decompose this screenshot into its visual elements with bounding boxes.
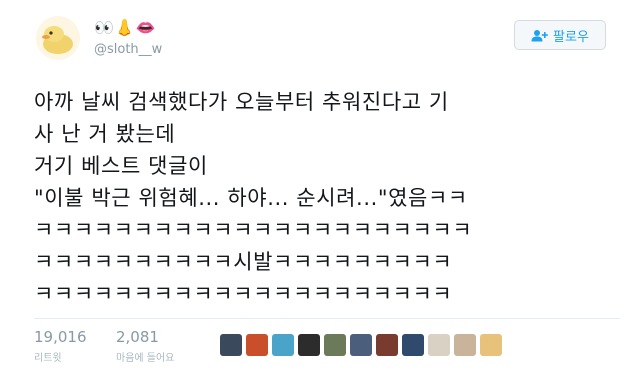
retweet-stat[interactable]: 19,016 리트윗: [34, 328, 87, 364]
liker-avatar[interactable]: [298, 334, 320, 356]
liker-avatar[interactable]: [376, 334, 398, 356]
follow-button[interactable]: 팔로우: [514, 20, 606, 50]
retweet-label: 리트윗: [34, 353, 62, 364]
liker-avatar[interactable]: [220, 334, 242, 356]
divider: [34, 318, 620, 319]
liker-avatar[interactable]: [402, 334, 424, 356]
retweet-count: 19,016: [34, 328, 87, 346]
display-name[interactable]: 👀👃👄: [94, 18, 157, 38]
liker-avatar[interactable]: [272, 334, 294, 356]
liker-avatar[interactable]: [454, 334, 476, 356]
avatar[interactable]: [36, 16, 80, 60]
liker-avatar[interactable]: [350, 334, 372, 356]
liker-avatars: [220, 334, 502, 356]
add-user-icon: [531, 29, 548, 41]
like-count: 2,081: [116, 328, 159, 346]
liker-avatar[interactable]: [246, 334, 268, 356]
like-label: 마음에 들어요: [116, 353, 175, 364]
like-stat[interactable]: 2,081 마음에 들어요: [116, 328, 174, 364]
liker-avatar[interactable]: [480, 334, 502, 356]
liker-avatar[interactable]: [428, 334, 450, 356]
follow-button-label: 팔로우: [553, 29, 589, 45]
liker-avatar[interactable]: [324, 334, 346, 356]
user-handle[interactable]: @sloth__w: [94, 42, 162, 57]
tweet-text: 아까 날씨 검색했다가 오늘부터 추워진다고 기 사 난 거 봤는데 거기 베스…: [34, 90, 473, 306]
